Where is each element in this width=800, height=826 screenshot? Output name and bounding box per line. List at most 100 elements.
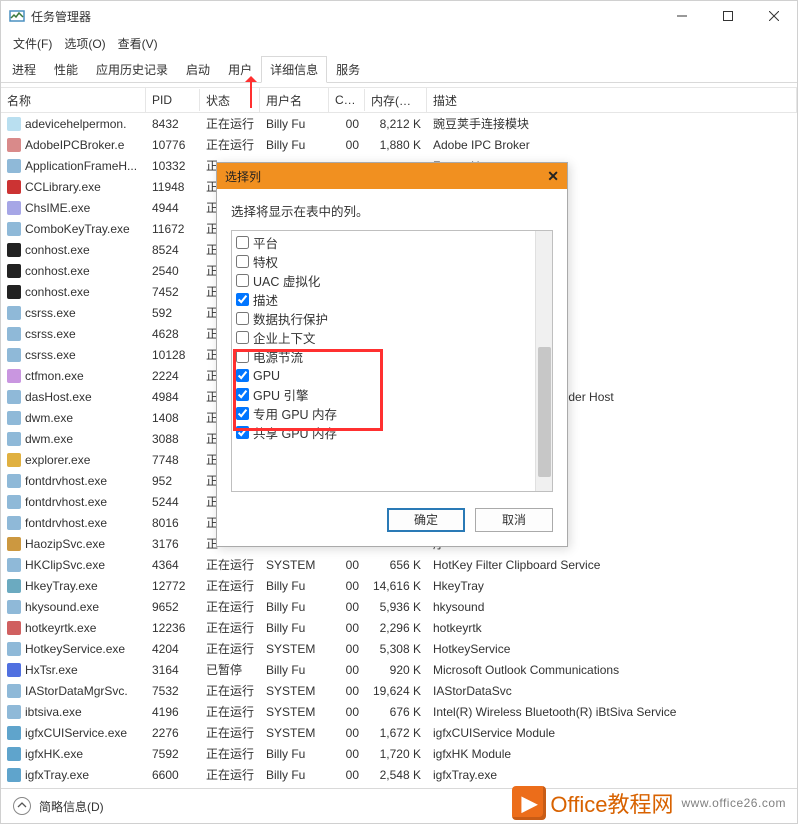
table-row[interactable]: hotkeyrtk.exe12236正在运行Billy Fu002,296 Kh…	[1, 617, 797, 638]
table-row[interactable]: igfxCUIService.exe2276正在运行SYSTEM001,672 …	[1, 722, 797, 743]
table-row[interactable]: igfxHK.exe7592正在运行Billy Fu001,720 KigfxH…	[1, 743, 797, 764]
process-name: HxTsr.exe	[25, 663, 78, 677]
pid-cell: 11948	[146, 179, 200, 195]
cpu-cell: 00	[329, 557, 365, 573]
process-icon	[7, 453, 21, 467]
close-button[interactable]	[751, 1, 797, 31]
table-row[interactable]: HkeyTray.exe12772正在运行Billy Fu0014,616 KH…	[1, 575, 797, 596]
memory-cell: 2,296 K	[365, 620, 427, 636]
minimize-button[interactable]	[659, 1, 705, 31]
column-checkbox[interactable]	[236, 236, 249, 249]
watermark: ▶ Office教程网 www.office26.com	[512, 786, 786, 820]
task-manager-icon	[9, 8, 25, 24]
process-icon	[7, 201, 21, 215]
cpu-cell: 00	[329, 662, 365, 678]
memory-cell: 8,212 K	[365, 116, 427, 132]
status-cell: 正在运行	[200, 618, 260, 637]
maximize-button[interactable]	[705, 1, 751, 31]
pid-cell: 6600	[146, 767, 200, 783]
tab-services[interactable]: 服务	[327, 56, 369, 83]
chevron-up-icon[interactable]	[13, 797, 31, 815]
table-row[interactable]: IAStorDataMgrSvc.7532正在运行SYSTEM0019,624 …	[1, 680, 797, 701]
column-option[interactable]: 数据执行保护	[236, 309, 531, 328]
process-icon	[7, 684, 21, 698]
column-option[interactable]: 描述	[236, 290, 531, 309]
process-icon	[7, 600, 21, 614]
tabbar: 进程 性能 应用历史记录 启动 用户 详细信息 服务	[1, 56, 797, 83]
tab-app-history[interactable]: 应用历史记录	[87, 56, 177, 83]
user-cell: Billy Fu	[260, 662, 329, 678]
col-user[interactable]: 用户名	[260, 88, 329, 113]
annotation-highlight-box	[233, 349, 383, 431]
listbox-scrollbar[interactable]	[535, 231, 552, 491]
cpu-cell: 00	[329, 704, 365, 720]
process-icon	[7, 348, 21, 362]
column-checkbox[interactable]	[236, 293, 249, 306]
menu-options[interactable]: 选项(O)	[60, 33, 109, 54]
tab-processes[interactable]: 进程	[3, 56, 45, 83]
tab-performance[interactable]: 性能	[45, 56, 87, 83]
menu-view[interactable]: 查看(V)	[114, 33, 162, 54]
dialog-close-button[interactable]: ✕	[547, 168, 559, 185]
process-icon	[7, 411, 21, 425]
table-row[interactable]: ibtsiva.exe4196正在运行SYSTEM00676 KIntel(R)…	[1, 701, 797, 722]
table-row[interactable]: HotkeyService.exe4204正在运行SYSTEM005,308 K…	[1, 638, 797, 659]
pid-cell: 7748	[146, 452, 200, 468]
process-name: igfxTray.exe	[25, 768, 89, 782]
memory-cell: 1,720 K	[365, 746, 427, 762]
memory-cell: 1,672 K	[365, 725, 427, 741]
description-cell: Intel(R) Wireless Bluetooth(R) iBtSiva S…	[427, 704, 797, 720]
column-option[interactable]: 特权	[236, 252, 531, 271]
table-row[interactable]: hkysound.exe9652正在运行Billy Fu005,936 Khky…	[1, 596, 797, 617]
process-name: hkysound.exe	[25, 600, 99, 614]
column-checkbox[interactable]	[236, 312, 249, 325]
col-cpu[interactable]: CPU	[329, 89, 365, 111]
pid-cell: 4944	[146, 200, 200, 216]
status-cell: 正在运行	[200, 744, 260, 763]
pid-cell: 10128	[146, 347, 200, 363]
ok-button[interactable]: 确定	[387, 508, 465, 532]
tab-details[interactable]: 详细信息	[261, 56, 327, 83]
description-cell: HotKey Filter Clipboard Service	[427, 557, 797, 573]
column-option[interactable]: 企业上下文	[236, 328, 531, 347]
memory-cell: 656 K	[365, 557, 427, 573]
status-cell: 正在运行	[200, 555, 260, 574]
col-name[interactable]: 名称	[1, 88, 146, 113]
fewer-details-link[interactable]: 简略信息(D)	[39, 798, 104, 815]
process-icon	[7, 579, 21, 593]
column-checkbox[interactable]	[236, 255, 249, 268]
col-memory[interactable]: 内存(专用...	[365, 88, 427, 113]
table-row[interactable]: igfxTray.exe6600正在运行Billy Fu002,548 Kigf…	[1, 764, 797, 785]
cpu-cell: 00	[329, 683, 365, 699]
table-row[interactable]: adevicehelpermon.8432正在运行Billy Fu008,212…	[1, 113, 797, 134]
process-name: conhost.exe	[25, 285, 90, 299]
process-name: ApplicationFrameH...	[25, 159, 137, 173]
description-cell: HkeyTray	[427, 578, 797, 594]
col-pid[interactable]: PID	[146, 89, 200, 111]
user-cell: SYSTEM	[260, 641, 329, 657]
tab-startup[interactable]: 启动	[177, 56, 219, 83]
user-cell: SYSTEM	[260, 725, 329, 741]
column-option[interactable]: UAC 虚拟化	[236, 271, 531, 290]
watermark-brand: Office教程网	[550, 787, 673, 819]
process-name: HaozipSvc.exe	[25, 537, 105, 551]
table-row[interactable]: HKClipSvc.exe4364正在运行SYSTEM00656 KHotKey…	[1, 554, 797, 575]
column-checkbox[interactable]	[236, 331, 249, 344]
pid-cell: 9652	[146, 599, 200, 615]
col-description[interactable]: 描述	[427, 88, 797, 113]
process-name: fontdrvhost.exe	[25, 516, 107, 530]
column-option-label: 企业上下文	[253, 328, 316, 347]
cpu-cell: 00	[329, 137, 365, 153]
column-option-label: 描述	[253, 290, 278, 309]
process-icon	[7, 432, 21, 446]
column-checkbox[interactable]	[236, 274, 249, 287]
cancel-button[interactable]: 取消	[475, 508, 553, 532]
process-name: ComboKeyTray.exe	[25, 222, 130, 236]
annotation-arrow	[250, 78, 252, 108]
table-row[interactable]: HxTsr.exe3164已暂停Billy Fu00920 KMicrosoft…	[1, 659, 797, 680]
process-icon	[7, 159, 21, 173]
cpu-cell: 00	[329, 620, 365, 636]
table-row[interactable]: AdobeIPCBroker.e10776正在运行Billy Fu001,880…	[1, 134, 797, 155]
column-option[interactable]: 平台	[236, 233, 531, 252]
menu-file[interactable]: 文件(F)	[9, 33, 56, 54]
